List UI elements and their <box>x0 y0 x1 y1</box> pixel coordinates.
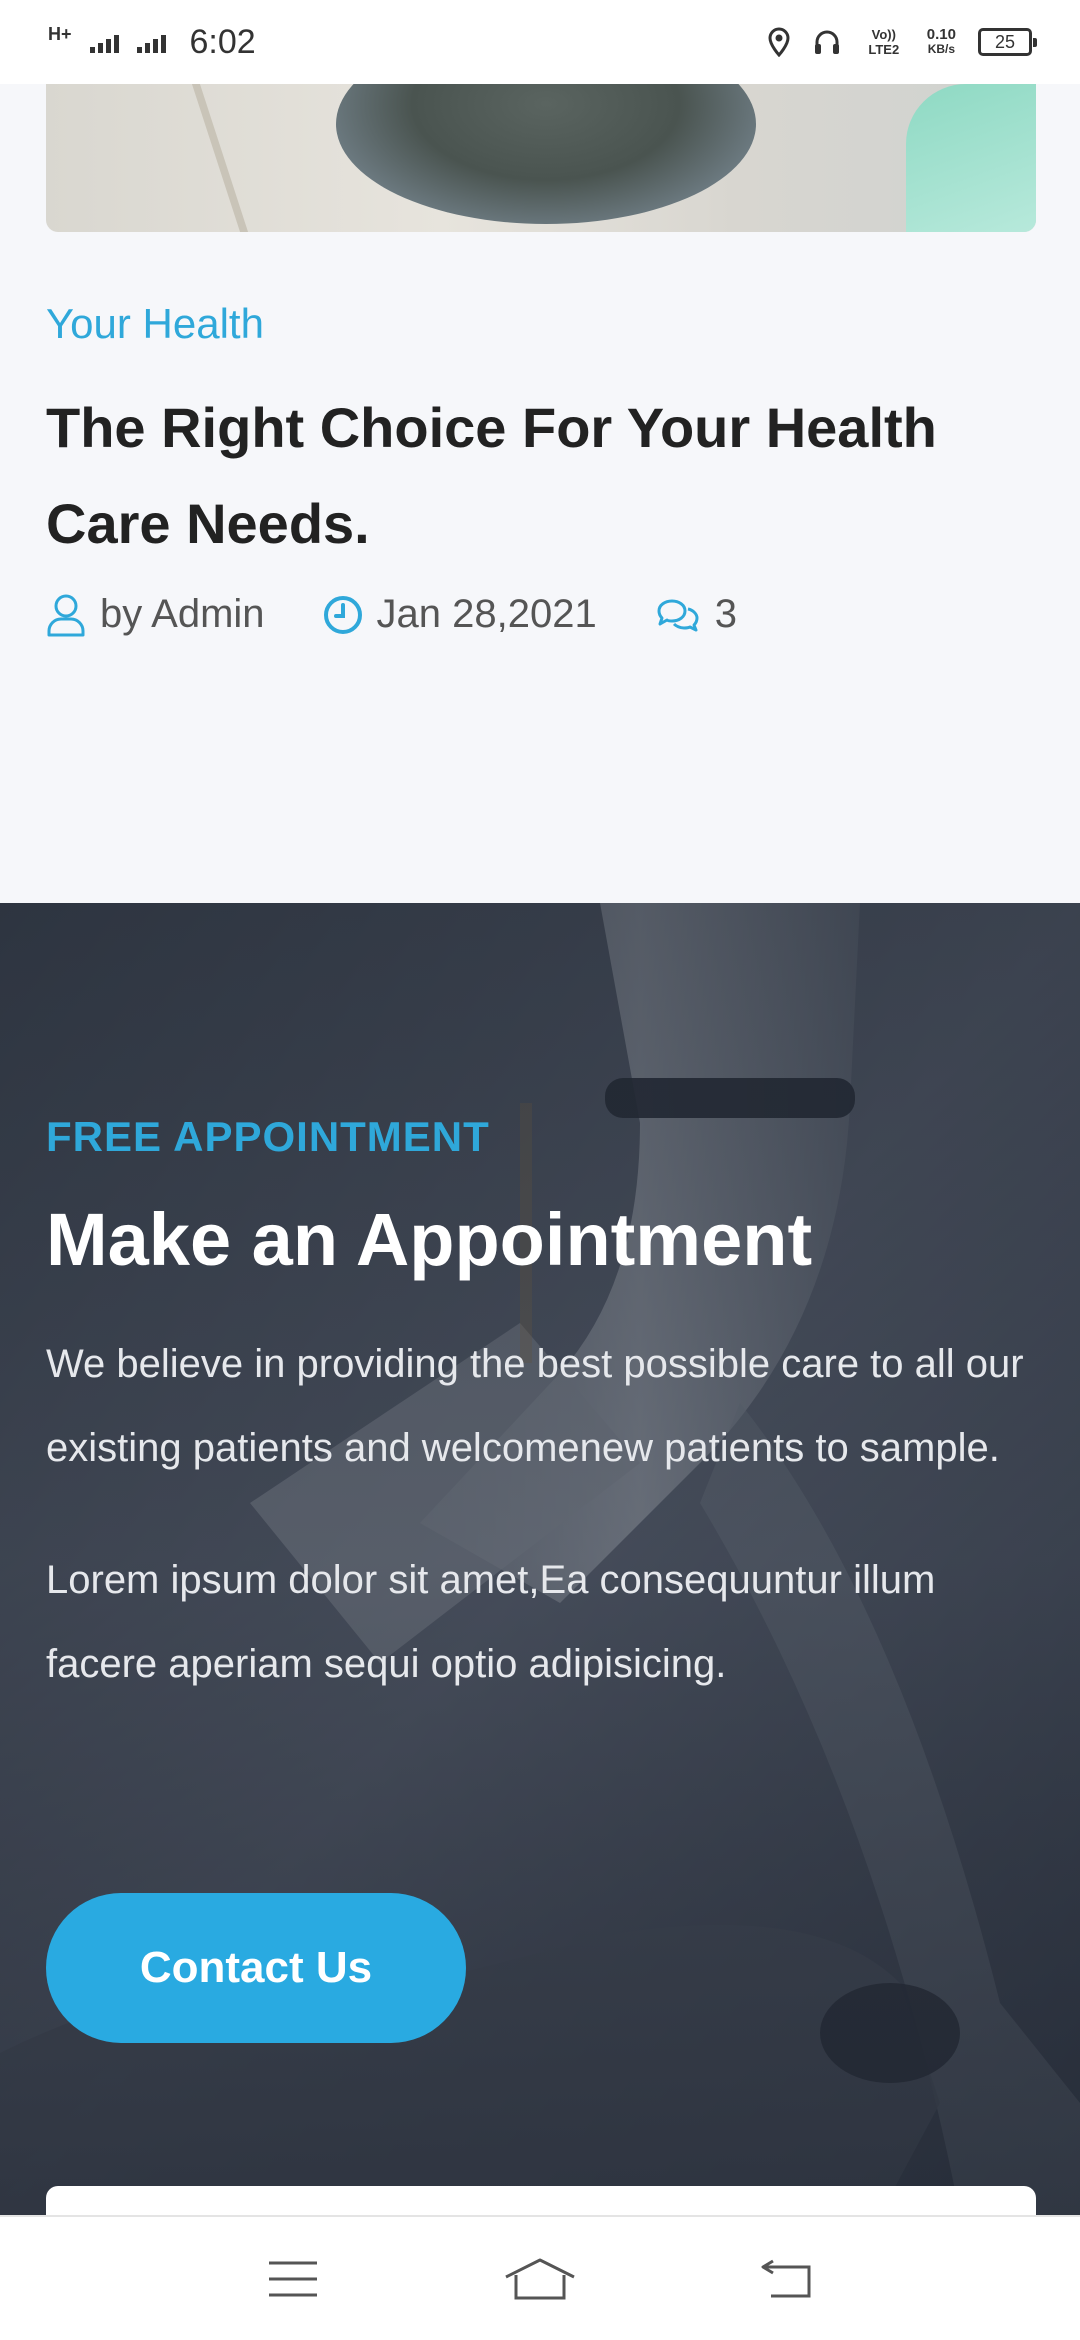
post-author-label: by Admin <box>100 592 265 636</box>
post-meta: by Admin Jan 28,2021 3 <box>46 592 1036 637</box>
next-section-card <box>46 2186 1036 2215</box>
appointment-paragraph-2: Lorem ipsum dolor sit amet,Ea consequunt… <box>46 1558 936 1686</box>
back-icon <box>761 2259 811 2297</box>
status-bar: H+ 6:02 Vo)) LTE2 0.10 KB/s 25 <box>0 0 1080 84</box>
status-left: H+ 6:02 <box>48 23 256 62</box>
post-comments[interactable]: 3 <box>655 592 737 637</box>
network-speed: 0.10 KB/s <box>927 27 956 57</box>
menu-button[interactable] <box>248 2239 338 2319</box>
home-icon <box>505 2258 575 2299</box>
back-button[interactable] <box>742 2239 832 2319</box>
blog-post: Your Health The Right Choice For Your He… <box>46 300 1036 637</box>
post-image[interactable] <box>46 84 1036 232</box>
post-title-link[interactable]: The Right Choice For Your Health Care Ne… <box>46 380 1036 572</box>
volte-label: Vo)) LTE2 <box>868 27 900 57</box>
user-icon <box>47 594 85 636</box>
post-date-label: Jan 28,2021 <box>376 592 597 636</box>
appointment-section: FREE APPOINTMENT Make an Appointment We … <box>0 903 1080 2215</box>
signal-icon <box>89 31 119 53</box>
appointment-content: FREE APPOINTMENT Make an Appointment We … <box>46 1113 1026 1706</box>
screen: H+ 6:02 Vo)) LTE2 0.10 KB/s 25 Your Heal… <box>0 0 1080 2340</box>
clock-icon <box>323 595 362 634</box>
appointment-kicker: FREE APPOINTMENT <box>46 1113 490 1160</box>
menu-icon <box>269 2261 318 2296</box>
location-icon <box>768 27 790 57</box>
clock: 6:02 <box>189 22 256 61</box>
navigation-bar <box>0 2215 1080 2340</box>
post-author[interactable]: by Admin <box>46 592 265 637</box>
headphones-icon <box>814 30 839 54</box>
post-date: Jan 28,2021 <box>323 592 597 637</box>
post-category-link[interactable]: Your Health <box>46 300 1036 348</box>
contact-us-button[interactable]: Contact Us <box>46 1893 466 2043</box>
signal-icon-2 <box>136 31 166 53</box>
status-right: Vo)) LTE2 0.10 KB/s 25 <box>767 27 1037 57</box>
battery-icon: 25 <box>978 28 1037 56</box>
speed-unit: KB/s <box>927 42 956 56</box>
appointment-title: Make an Appointment <box>46 1198 813 1281</box>
appointment-paragraph-1: We believe in providing the best possibl… <box>46 1342 1024 1470</box>
network-type-label: H+ <box>48 24 72 44</box>
home-button[interactable] <box>495 2239 585 2319</box>
post-comments-count: 3 <box>714 592 737 636</box>
comments-icon <box>657 599 699 631</box>
speed-value: 0.10 <box>926 26 956 43</box>
